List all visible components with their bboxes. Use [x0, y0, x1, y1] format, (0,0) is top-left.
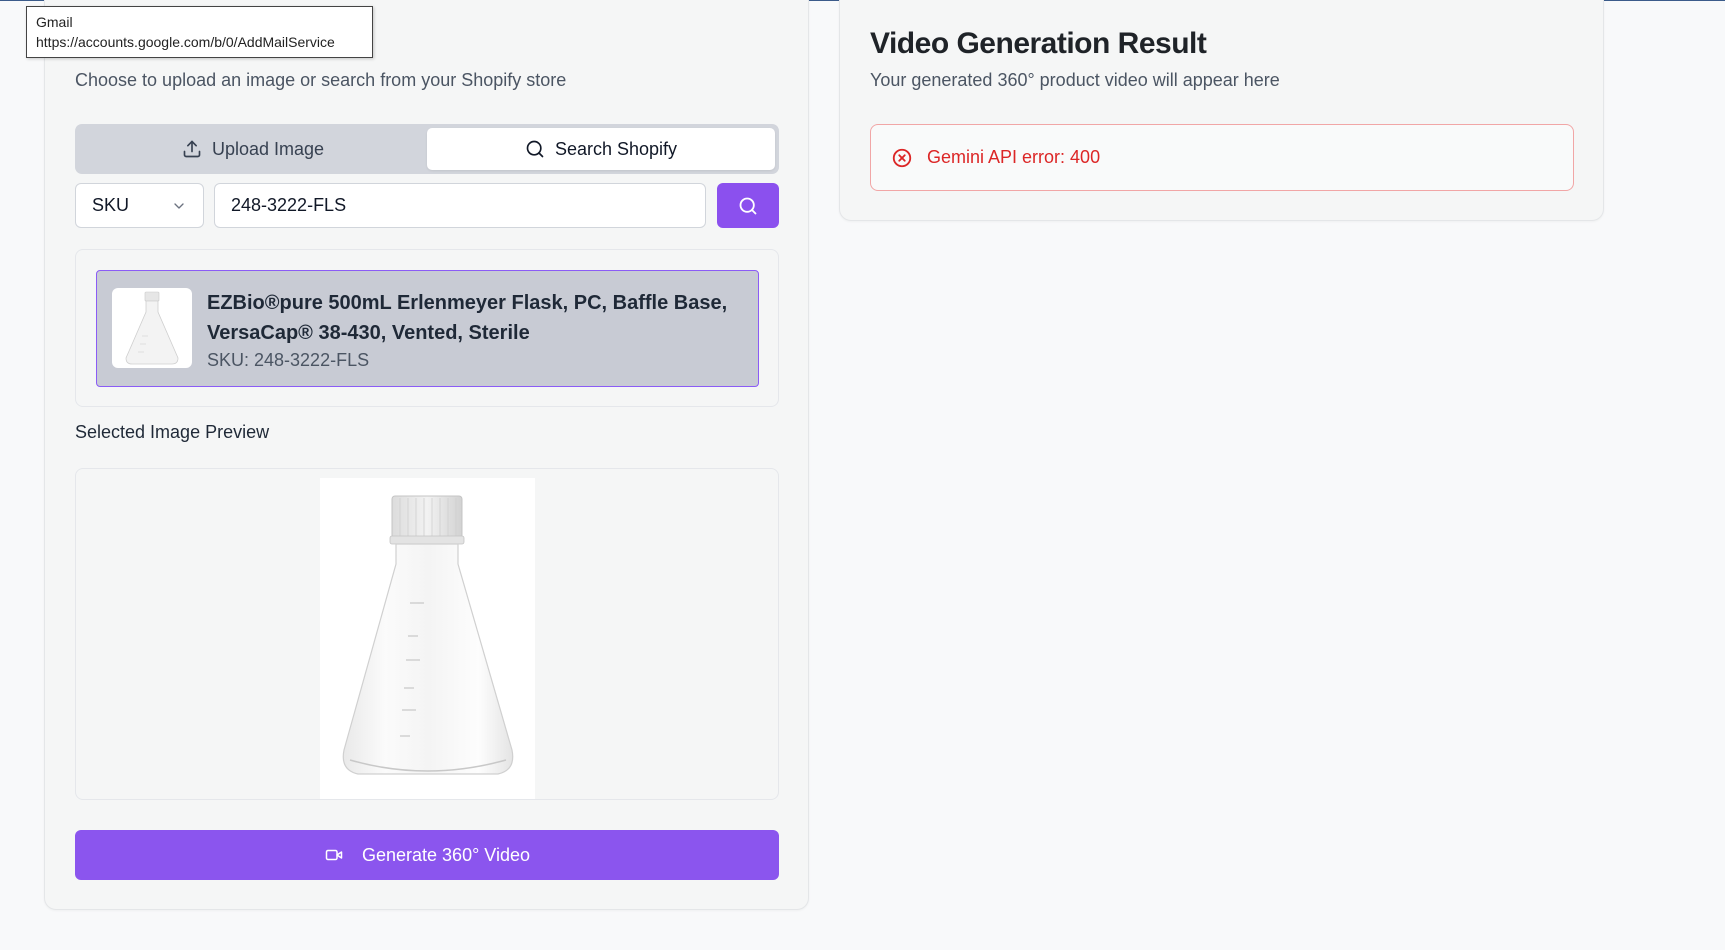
chevron-down-icon [174, 202, 184, 209]
error-alert: Gemini API error: 400 [870, 124, 1574, 191]
generate-video-button[interactable]: Generate 360° Video [75, 830, 779, 880]
tab-search-label: Search Shopify [554, 138, 678, 159]
tab-upload-image[interactable]: Upload Image [79, 128, 427, 170]
preview-image [320, 478, 535, 799]
search-result-item[interactable]: EZBio®pure 500mL Erlenmeyer Flask, PC, B… [96, 270, 759, 387]
source-tabs: Upload Image Search Shopify [75, 124, 779, 174]
search-icon [739, 197, 757, 214]
error-circle-x-icon [892, 148, 912, 167]
tab-search-shopify[interactable]: Search Shopify [427, 128, 775, 170]
product-title: EZBio®pure 500mL Erlenmeyer Flask, PC, B… [207, 292, 728, 344]
sku-search-input[interactable] [214, 183, 706, 228]
image-source-subtitle: Choose to upload an image or search from… [75, 70, 567, 90]
search-field-value: SKU [92, 195, 130, 215]
flask-thumbnail-image [125, 291, 179, 365]
video-camera-icon [325, 849, 343, 861]
link-tooltip: Gmail https://accounts.google.com/b/0/Ad… [26, 6, 373, 58]
video-result-title: Video Generation Result [870, 27, 1207, 60]
video-result-card: Video Generation Result Your generated 3… [839, 0, 1604, 221]
product-sku: SKU: 248-3222-FLS [207, 350, 370, 370]
product-thumbnail [112, 288, 192, 368]
search-results-list: EZBio®pure 500mL Erlenmeyer Flask, PC, B… [75, 249, 779, 407]
preview-label: Selected Image Preview [75, 422, 270, 442]
search-submit-button[interactable] [717, 183, 779, 228]
tab-upload-label: Upload Image [211, 138, 325, 159]
image-source-card: Choose to upload an image or search from… [44, 0, 809, 910]
tooltip-url: https://accounts.google.com/b/0/AddMailS… [36, 34, 335, 50]
video-result-subtitle: Your generated 360° product video will a… [870, 70, 1280, 90]
tooltip-title: Gmail [36, 14, 73, 30]
search-field-select[interactable]: SKU [75, 183, 204, 228]
image-preview-box [75, 468, 779, 800]
flask-preview-image [342, 495, 514, 775]
error-message: Gemini API error: 400 [927, 147, 1101, 167]
upload-icon [183, 140, 201, 158]
generate-video-label: Generate 360° Video [362, 844, 530, 865]
search-icon [526, 140, 544, 158]
